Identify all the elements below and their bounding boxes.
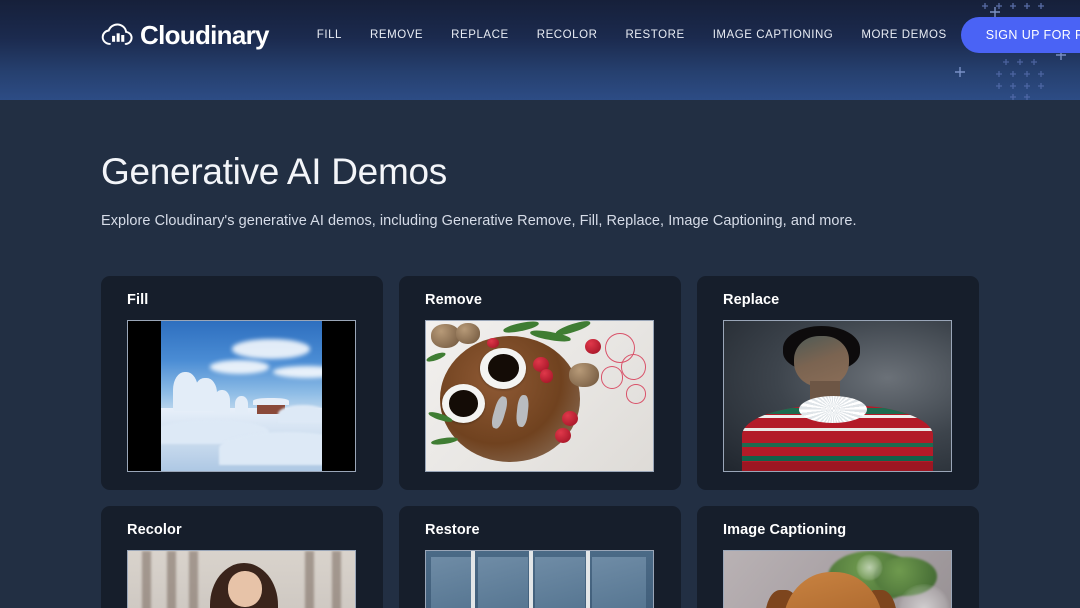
snowy-landscape-illustration bbox=[128, 321, 355, 471]
nav-item-image-captioning[interactable]: IMAGE CAPTIONING bbox=[699, 23, 848, 47]
demo-card-image-recolor[interactable] bbox=[127, 550, 356, 608]
woman-snow-illustration bbox=[128, 551, 355, 608]
nav-item-remove[interactable]: REMOVE bbox=[356, 23, 437, 47]
primary-navigation: FILL REMOVE REPLACE RECOLOR RESTORE IMAG… bbox=[303, 23, 961, 47]
demo-card-title: Replace bbox=[723, 292, 959, 308]
demo-card-replace[interactable]: Replace bbox=[697, 276, 979, 490]
nav-item-fill[interactable]: FILL bbox=[303, 23, 356, 47]
brand-name: Cloudinary bbox=[140, 22, 269, 48]
portrait-sweater-illustration bbox=[724, 321, 951, 471]
demo-card-image-replace[interactable] bbox=[723, 320, 952, 472]
demo-card-grid: Fill bbox=[101, 276, 979, 608]
demo-card-image-captioning[interactable]: Image Captioning bbox=[697, 506, 979, 608]
page-title: Generative AI Demos bbox=[101, 151, 979, 193]
demo-card-image-captioning-media[interactable] bbox=[723, 550, 952, 608]
coffee-flatlay-illustration bbox=[426, 321, 653, 471]
sign-up-for-free-button[interactable]: SIGN UP FOR FREE bbox=[961, 17, 1080, 53]
nav-item-replace[interactable]: REPLACE bbox=[437, 23, 523, 47]
frosted-window-illustration bbox=[426, 551, 653, 608]
demo-card-title: Restore bbox=[425, 522, 661, 538]
fill-black-bar-right bbox=[322, 321, 355, 471]
nav-item-more-demos[interactable]: MORE DEMOS bbox=[847, 23, 960, 47]
cloud-bars-logo-icon bbox=[101, 22, 135, 48]
demo-card-title: Image Captioning bbox=[723, 522, 959, 538]
demo-card-title: Recolor bbox=[127, 522, 363, 538]
nav-item-recolor[interactable]: RECOLOR bbox=[523, 23, 612, 47]
site-header: Cloudinary FILL REMOVE REPLACE RECOLOR R… bbox=[0, 0, 1080, 100]
demo-card-title: Remove bbox=[425, 292, 661, 308]
dachshund-puppy-illustration bbox=[724, 551, 951, 608]
demo-card-recolor[interactable]: Recolor bbox=[101, 506, 383, 608]
demo-card-image-fill[interactable] bbox=[127, 320, 356, 472]
demo-card-fill[interactable]: Fill bbox=[101, 276, 383, 490]
demo-card-title: Fill bbox=[127, 292, 363, 308]
demo-card-image-restore[interactable] bbox=[425, 550, 654, 608]
cloudinary-logo[interactable]: Cloudinary bbox=[101, 22, 269, 48]
main-content: Generative AI Demos Explore Cloudinary's… bbox=[0, 151, 1080, 608]
demo-card-restore[interactable]: Restore bbox=[399, 506, 681, 608]
page-subtitle: Explore Cloudinary's generative AI demos… bbox=[101, 213, 979, 229]
demo-card-remove[interactable]: Remove bbox=[399, 276, 681, 490]
nav-item-restore[interactable]: RESTORE bbox=[611, 23, 698, 47]
demo-card-image-remove[interactable] bbox=[425, 320, 654, 472]
fill-black-bar-left bbox=[128, 321, 161, 471]
